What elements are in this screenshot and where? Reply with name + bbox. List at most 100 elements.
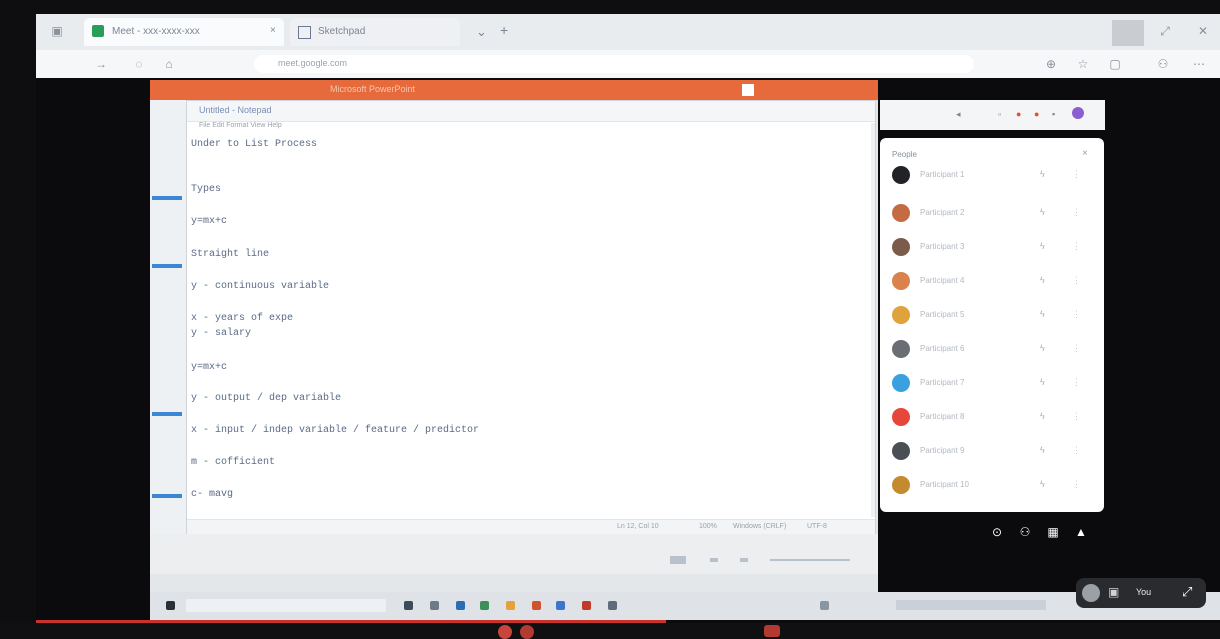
participant-row[interactable]: Participant 6 ϟ ⋮	[880, 332, 1104, 366]
participant-row[interactable]: Participant 2 ϟ ⋮	[880, 196, 1104, 230]
close-icon[interactable]: ×	[270, 25, 276, 36]
self-view-pill[interactable]: ▣ You ⤢	[1076, 578, 1206, 608]
system-tray[interactable]	[896, 600, 1046, 610]
tab-meet[interactable]: Meet - xxx-xxxx-xxx ×	[84, 18, 284, 46]
participant-name: Participant 6	[920, 344, 965, 353]
tray-icon[interactable]	[820, 601, 829, 610]
taskbar-search[interactable]	[186, 599, 386, 612]
app-icon[interactable]	[582, 601, 591, 610]
participant-row[interactable]: Participant 5 ϟ ⋮	[880, 298, 1104, 332]
reading-view-icon[interactable]	[740, 558, 748, 562]
powerpoint-icon[interactable]	[532, 601, 541, 610]
tab-sketchpad[interactable]: Sketchpad	[290, 18, 460, 46]
widgets-icon[interactable]	[430, 601, 439, 610]
more-options-icon[interactable]: ⋮	[1072, 411, 1081, 422]
text-line[interactable]: y - salary	[191, 328, 251, 339]
text-line[interactable]: Straight line	[191, 249, 269, 260]
explorer-icon[interactable]	[506, 601, 515, 610]
home-icon[interactable]: ⌂	[162, 57, 176, 71]
chrome-icon[interactable]	[480, 601, 489, 610]
more-options-icon[interactable]: ⋮	[1072, 309, 1081, 320]
mic-icon: ϟ	[1040, 411, 1045, 421]
text-line[interactable]: y - continuous variable	[191, 281, 329, 292]
text-line[interactable]: y=mx+c	[191, 362, 227, 373]
participant-name: Participant 8	[920, 412, 965, 421]
more-options-icon[interactable]: ⋮	[1072, 377, 1081, 388]
more-options-icon[interactable]: ⋮	[1072, 343, 1081, 354]
extensions-icon[interactable]: ⊕	[1044, 57, 1058, 71]
participant-name: Participant 3	[920, 242, 965, 251]
app-icon[interactable]	[556, 601, 565, 610]
participant-row[interactable]: Participant 7 ϟ ⋮	[880, 366, 1104, 400]
participant-name: Participant 4	[920, 276, 965, 285]
close-window-icon[interactable]: ✕	[1196, 24, 1210, 38]
more-options-icon[interactable]: ⋮	[1072, 169, 1081, 180]
text-line[interactable]: Under to List Process	[191, 139, 317, 150]
app-icon[interactable]	[608, 601, 617, 610]
more-options-icon[interactable]: ⋮	[1072, 445, 1081, 456]
panel-title: People	[892, 150, 917, 159]
expand-icon[interactable]: ⤢	[1182, 584, 1192, 600]
text-line[interactable]: y=mx+c	[191, 216, 227, 227]
text-line[interactable]: x - input / indep variable / feature / p…	[191, 425, 479, 436]
profile-icon[interactable]: ⚇	[1156, 57, 1170, 71]
pin-icon[interactable]: ▣	[1108, 585, 1119, 599]
text-line[interactable]: Types	[191, 184, 221, 195]
window-menu-icon[interactable]: ▣	[50, 24, 64, 38]
star-icon[interactable]: ☆	[1076, 57, 1090, 71]
url-text: meet.google.com	[278, 58, 348, 68]
collections-icon[interactable]: ▢	[1108, 57, 1122, 71]
sorter-view-icon[interactable]	[710, 558, 718, 562]
people-icon[interactable]: ⚇	[1018, 525, 1032, 539]
forward-icon[interactable]: →	[94, 57, 108, 71]
host-controls-icon[interactable]: ▪	[1052, 109, 1055, 119]
participant-row[interactable]: Participant 10 ϟ ⋮	[880, 468, 1104, 502]
people-icon[interactable]	[1072, 107, 1084, 119]
participant-row[interactable]: Participant 9 ϟ ⋮	[880, 434, 1104, 468]
participant-row[interactable]: Participant 8 ϟ ⋮	[880, 400, 1104, 434]
task-view-icon[interactable]	[404, 601, 413, 610]
participant-row[interactable]: Participant 1 ϟ ⋮	[880, 164, 1104, 198]
url-field[interactable]: meet.google.com	[254, 55, 974, 73]
normal-view-icon[interactable]	[670, 556, 686, 564]
reactions-icon[interactable]: ●	[1034, 109, 1039, 119]
more-options-icon[interactable]: ⋮	[1072, 207, 1081, 218]
slide-thumbnail-pane	[150, 100, 186, 570]
participant-row[interactable]: Participant 3 ϟ ⋮	[880, 230, 1104, 264]
participant-row[interactable]: Participant 4 ϟ ⋮	[880, 264, 1104, 298]
tab-label: Sketchpad	[318, 26, 366, 37]
zoom-slider[interactable]	[770, 559, 850, 561]
reload-icon[interactable]: ◌	[132, 57, 146, 71]
close-icon[interactable]: ×	[1082, 148, 1088, 159]
edge-icon[interactable]	[456, 601, 465, 610]
activities-icon[interactable]: ●	[1016, 109, 1021, 119]
record-icon	[520, 625, 534, 639]
scrollbar[interactable]	[871, 123, 875, 517]
mic-icon: ϟ	[1040, 309, 1045, 319]
restore-icon[interactable]: ⤢	[1158, 24, 1172, 38]
more-icon[interactable]: ⋯	[1192, 57, 1206, 71]
more-options-icon[interactable]: ⋮	[1072, 275, 1081, 286]
activities-icon[interactable]: ▦	[1046, 525, 1060, 539]
more-options-icon[interactable]: ⋮	[1072, 241, 1081, 252]
text-line[interactable]: y - output / dep variable	[191, 393, 341, 404]
encoding: UTF-8	[807, 523, 827, 530]
notepad-menu[interactable]: File Edit Format View Help	[199, 122, 282, 129]
participant-name: Participant 10	[920, 480, 969, 489]
info-icon[interactable]: ◂	[956, 109, 961, 120]
host-lock-icon[interactable]: ▲	[1074, 525, 1088, 539]
participant-name: Participant 7	[920, 378, 965, 387]
text-line[interactable]: c- mavg	[191, 489, 233, 500]
avatar	[892, 204, 910, 222]
tab-label: Meet - xxx-xxxx-xxx	[112, 26, 200, 37]
tab-list-icon[interactable]: ⌄	[476, 24, 487, 40]
minimize-button[interactable]	[1112, 20, 1144, 46]
start-icon[interactable]	[166, 601, 175, 610]
chat-icon[interactable]: ▫	[998, 109, 1001, 119]
text-line[interactable]: x - years of expe	[191, 313, 293, 324]
new-tab-button[interactable]: +	[500, 22, 508, 38]
info-icon[interactable]: ⊙	[990, 525, 1004, 539]
record-icon	[498, 625, 512, 639]
text-line[interactable]: m - cofficient	[191, 457, 275, 468]
more-options-icon[interactable]: ⋮	[1072, 479, 1081, 490]
